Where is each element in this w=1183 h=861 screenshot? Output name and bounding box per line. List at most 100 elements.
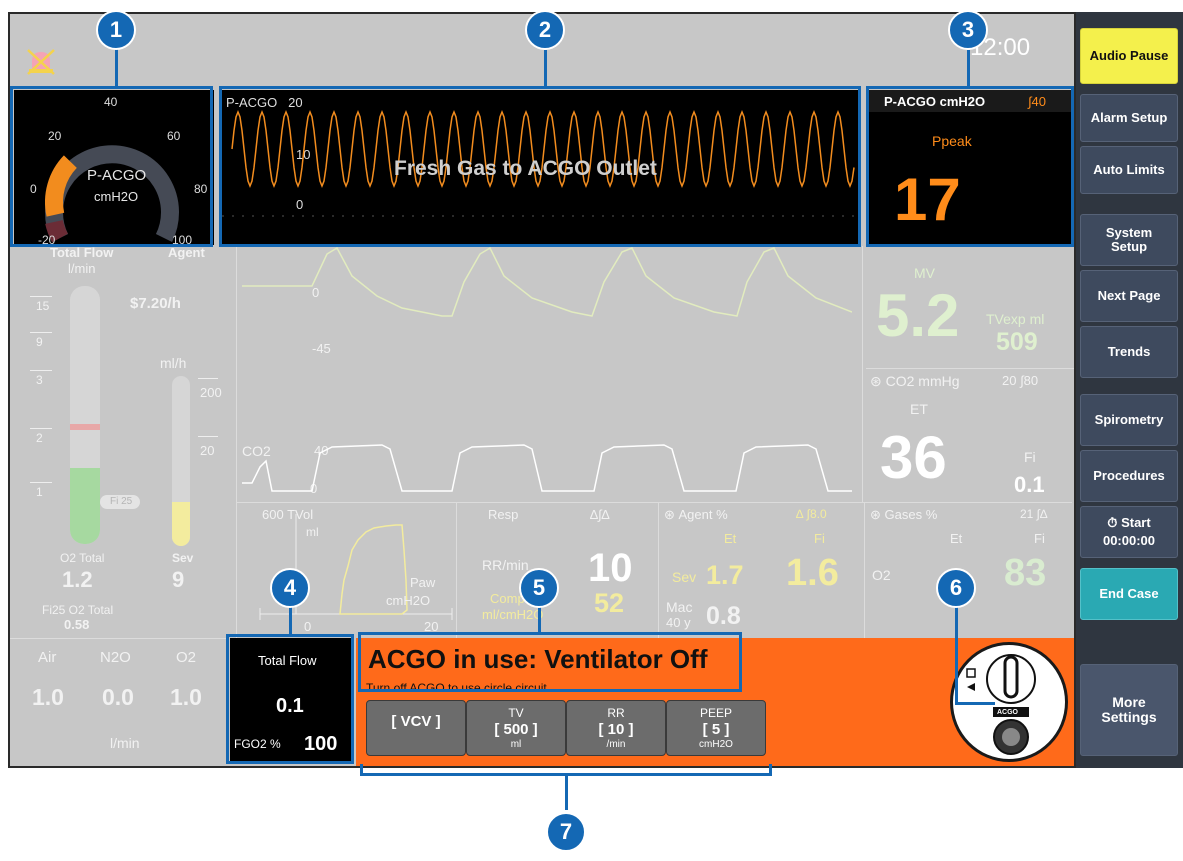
mode-vcv-button[interactable]: [ VCV ] xyxy=(366,700,466,756)
comp-unit: ml/cmH2O xyxy=(482,607,544,622)
highlight-gauge xyxy=(10,86,213,247)
agent-tick-200-line xyxy=(198,378,218,379)
loop-top-divider xyxy=(236,502,1072,503)
callout-4: 4 xyxy=(270,568,310,608)
total-flow-unit: l/min xyxy=(68,261,96,276)
co2-waveform xyxy=(242,444,852,492)
leader-6b xyxy=(955,702,995,705)
total-flow-label: Total Flow xyxy=(50,245,114,260)
paw-waveform xyxy=(242,246,852,317)
highlight-settings-bracket xyxy=(360,764,772,776)
spirometry-button[interactable]: Spirometry xyxy=(1080,394,1178,446)
alarm-silenced-icon[interactable] xyxy=(24,46,58,78)
agent-sev-fi: 1.6 xyxy=(786,552,839,594)
agent-flow-unit: ml/h xyxy=(160,355,187,371)
next-page-button[interactable]: Next Page xyxy=(1080,270,1178,322)
fi25-value: 0.58 xyxy=(64,617,90,632)
callout-3: 3 xyxy=(948,10,988,50)
agent-divider xyxy=(658,502,659,638)
n2o-flow-value: 0.0 xyxy=(102,684,134,710)
agent-tick-20: 20 xyxy=(200,443,215,458)
mv-divider xyxy=(866,368,1074,369)
agent-tick-200: 200 xyxy=(200,385,222,400)
start-timer-button[interactable]: ⏱ Start 00:00:00 xyxy=(1080,506,1178,558)
resp-alarm-icons: ∆∫∆ xyxy=(590,507,610,522)
air-label: Air xyxy=(38,649,57,666)
co2-et-label: ET xyxy=(910,401,928,417)
gases-panel-limit: 21 ∫∆ xyxy=(1020,507,1048,521)
fi25-label: Fi25 O2 Total xyxy=(42,603,114,617)
callout-2: 2 xyxy=(525,10,565,50)
paw-neg: -45 xyxy=(312,341,331,356)
co2-fi-value: 0.1 xyxy=(1014,472,1045,497)
o2-flow-tube-marker xyxy=(70,424,100,430)
agent-flow-tube xyxy=(172,376,190,546)
start-timer-time: 00:00:00 xyxy=(1102,532,1156,548)
o2-flow-tube xyxy=(70,286,100,544)
gases-o2-fi: 83 xyxy=(1004,552,1047,594)
tv-setting-button[interactable]: TV [ 500 ] ml xyxy=(466,700,566,756)
callout-5: 5 xyxy=(519,568,559,608)
leader-4 xyxy=(289,606,292,636)
co2-panel-label: ⊛ CO2 mmHg xyxy=(870,373,960,389)
procedures-button[interactable]: Procedures xyxy=(1080,450,1178,502)
agent-fi-label: Fi xyxy=(814,531,825,546)
rr-label: RR/min xyxy=(482,557,529,573)
o2-flow-tube-fill xyxy=(70,468,100,544)
leader-1 xyxy=(115,48,118,88)
agent-flow-tube-fill xyxy=(172,502,190,546)
o2-total-value: 1.2 xyxy=(62,567,93,592)
flow-tick-lines xyxy=(30,296,52,496)
rr-setting-button[interactable]: RR [ 10 ] /min xyxy=(566,700,666,756)
callout-7: 7 xyxy=(546,812,586,852)
agent-et-label: Et xyxy=(724,531,737,546)
resp-divider xyxy=(456,502,457,638)
air-flow-value: 1.0 xyxy=(32,684,64,710)
o2-total-label: O2 Total xyxy=(60,551,105,565)
n2o-label: N2O xyxy=(100,649,131,666)
gases-divider xyxy=(864,502,865,638)
center-left-divider xyxy=(236,246,237,638)
agent-cost: $7.20/h xyxy=(130,295,181,312)
highlight-total-flow xyxy=(226,634,354,764)
start-timer-label: ⏱ Start xyxy=(1107,515,1151,531)
highlight-ppeak xyxy=(866,86,1074,247)
loop-x-0: 0 xyxy=(304,619,312,634)
peep-setting-button[interactable]: PEEP [ 5 ] cmH2O xyxy=(666,700,766,756)
audio-pause-button[interactable]: Audio Pause xyxy=(1080,28,1178,84)
callout-6: 6 xyxy=(936,568,976,608)
co2-et-value: 36 xyxy=(880,424,947,491)
vent-settings-row: [ VCV ] TV [ 500 ] ml RR [ 10 ] /min PEE… xyxy=(366,700,768,758)
agent-panel-title: ⊛ Agent % xyxy=(664,507,728,522)
rr-value: 10 xyxy=(588,546,633,590)
sev-label: Sev xyxy=(172,551,194,565)
acgo-switch-label: ACGO xyxy=(997,709,1018,716)
gases-et-label: Et xyxy=(950,531,963,546)
sev-flow-value: 9 xyxy=(172,567,185,592)
resp-title: Resp xyxy=(488,507,519,522)
o2-flow-value: 1.0 xyxy=(170,684,202,710)
callout-1: 1 xyxy=(96,10,136,50)
leader-3 xyxy=(967,50,970,88)
alarm-setup-button[interactable]: Alarm Setup xyxy=(1080,94,1178,142)
o2-label: O2 xyxy=(176,649,197,666)
highlight-alarm-message xyxy=(358,632,742,692)
more-settings-button[interactable]: More Settings xyxy=(1080,664,1178,756)
gases-panel-title: ⊛ Gases % xyxy=(870,507,938,522)
agent-sev-et: 1.7 xyxy=(706,560,744,590)
auto-limits-button[interactable]: Auto Limits xyxy=(1080,146,1178,194)
highlight-waveform xyxy=(219,86,861,247)
system-setup-button[interactable]: System Setup xyxy=(1080,214,1178,266)
mv-value: 5.2 xyxy=(876,282,960,349)
gas-flow-divider xyxy=(10,638,226,639)
end-case-button[interactable]: End Case xyxy=(1080,568,1178,620)
leader-2 xyxy=(544,50,547,88)
gas-flow-unit: l/min xyxy=(110,735,140,751)
trends-button[interactable]: Trends xyxy=(1080,326,1178,378)
agent-tick-20-line xyxy=(198,436,218,437)
co2-panel-limits: 20 ∫80 xyxy=(1002,373,1039,388)
mac-age: 40 y xyxy=(666,615,691,630)
stage: 12:00 40 20 60 0 80 -20 100 P-ACGO cmH2O… xyxy=(0,0,1183,861)
mac-value: 0.8 xyxy=(706,602,741,630)
sidebar: Audio Pause Alarm Setup Auto Limits Syst… xyxy=(1076,12,1183,768)
